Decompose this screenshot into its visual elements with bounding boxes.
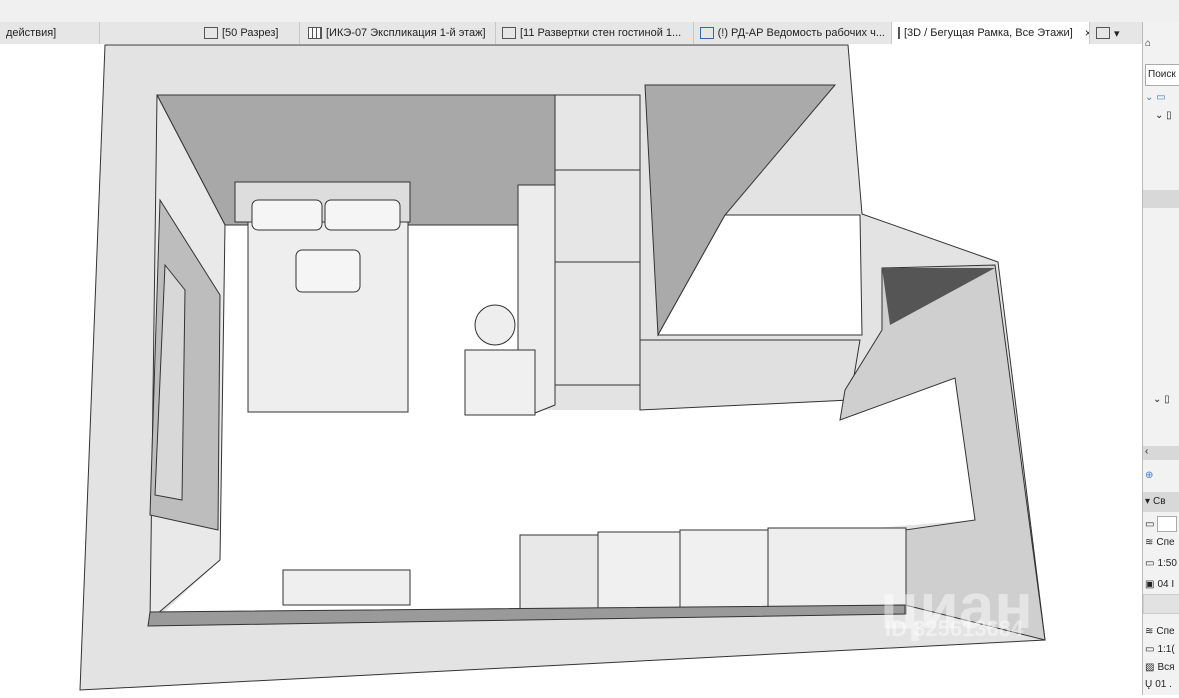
tab-label: [3D / Бегущая Рамка, Все Этажи] [904,27,1073,39]
row-label: Вся [1157,662,1175,673]
tree-root[interactable]: ⌄ ▭ [1145,92,1166,103]
layout-icon [502,27,516,39]
table [464,349,536,416]
scale-row[interactable]: ▭ 1:50 [1145,558,1177,569]
cabinet [519,534,601,614]
row-label: Спе [1156,537,1175,548]
tab-drawings-list[interactable]: (!) РД-АР Ведомость рабочих ч... [694,22,892,44]
tab-bar: действия] [50 Разрез] [ИКЭ-07 Экспликаци… [0,22,1142,45]
wardrobe [554,94,641,386]
search-input[interactable]: Поиск [1145,64,1179,86]
tab-label: [50 Разрез] [222,27,279,39]
tab-overflow-menu[interactable]: ▾ [1090,22,1142,44]
tab-label: (!) РД-АР Ведомость рабочих ч... [717,27,885,39]
tree-folder[interactable]: ⌄ ▯ [1155,110,1172,121]
chevron-down-icon: ▾ [1114,27,1120,40]
horizontal-scrollbar[interactable] [1143,446,1179,460]
cabinet [679,529,771,616]
layout-icon [700,27,714,39]
settings-button[interactable] [1143,594,1179,614]
watermark-id: ID 325613684 [885,616,1024,641]
title-strip [0,0,1179,22]
navigator-panel: ⌂ Поиск ⌄ ▭ ⌄ ▯ ⌄ ▯ ‹ ⊕ ▾ Св ▭ ≋ Спе ▭ 1… [1142,22,1179,695]
3d-icon [898,27,900,39]
tab-label: действия] [6,27,57,39]
layer-row[interactable]: ≋ Спе [1145,537,1175,548]
row-label: Спе [1156,626,1175,637]
tree-folder[interactable]: ⌄ ▯ [1153,394,1170,405]
pen-row[interactable]: Ų 01 . [1145,679,1172,690]
tab-elevations[interactable]: [11 Развертки стен гостиной 1... [496,22,694,44]
pillow [295,249,361,293]
row-label: 04 I [1157,579,1175,590]
selection-band [1143,190,1179,208]
row-label: 1:50 [1157,558,1177,569]
row-label: 01 . [1155,679,1172,690]
tab-actions[interactable]: действия] [0,22,100,44]
tab-schedule[interactable]: [ИКЭ-07 Экспликация 1-й этаж] [300,22,496,44]
section-icon [204,27,218,39]
pillow [251,199,323,231]
desk [282,569,411,606]
3d-viewport[interactable]: циан ID 325613684 [0,44,1142,695]
house-icon [1096,27,1110,39]
row-label: 1:1( [1157,644,1175,655]
bathroom-block [639,339,861,411]
scroll-left-icon[interactable]: ‹ [1145,446,1148,457]
tab-3d[interactable]: [3D / Бегущая Рамка, Все Этажи]× [892,22,1090,44]
properties-toggle[interactable]: ▾ Св [1145,496,1166,507]
chair [474,304,516,346]
layer-row[interactable]: ≋ Спе [1145,626,1175,637]
row-label: Св [1153,496,1166,507]
tab-section[interactable]: [50 Разрез] [100,22,300,44]
sheet-row[interactable]: ▣ 04 I [1145,579,1174,590]
name-field[interactable]: ▭ [1145,516,1178,532]
schedule-icon [308,27,322,39]
scale-row[interactable]: ▭ 1:1( [1145,644,1175,655]
tab-label: [11 Развертки стен гостиной 1... [520,27,682,39]
fill-row[interactable]: ▨ Вся [1145,662,1175,673]
project-map-icon[interactable]: ⌂ [1145,38,1151,49]
cabinet [597,531,681,615]
new-view-icon[interactable]: ⊕ [1145,470,1153,481]
tab-label: [ИКЭ-07 Экспликация 1-й этаж] [326,27,486,39]
pillow [324,199,401,231]
